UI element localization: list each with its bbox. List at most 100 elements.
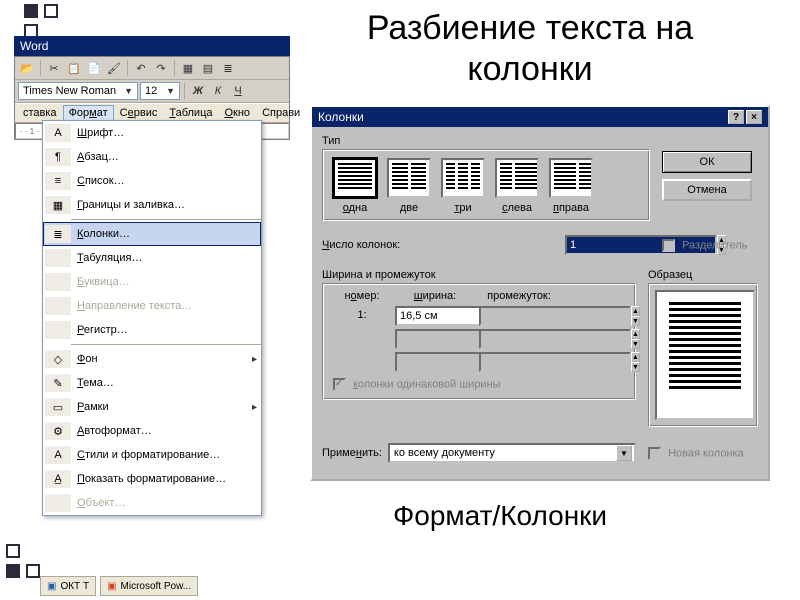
open-icon[interactable]: 📂 [18,59,36,77]
menu-item-label: Автоформат… [71,425,257,437]
close-button[interactable]: × [746,110,762,124]
menu-item[interactable]: ⚙Автоформат… [43,419,261,443]
font-size-combo[interactable]: 12 ▼ [140,82,180,100]
format-painter-icon[interactable]: 🖌 [105,59,123,77]
menu-item-icon [45,273,71,291]
spin-up-icon: ▲ [631,306,640,316]
menu-item[interactable]: ▭Рамки▸ [43,395,261,419]
width-spinner[interactable]: ▲▼ [395,306,475,326]
toolbar-standard: 📂 ✂ 📋 📄 🖌 ↶ ↷ ▦ ▤ ≣ [15,57,289,80]
menu-separator [71,344,261,345]
excel-icon[interactable]: ▤ [199,59,217,77]
preset-справа[interactable]: пправа [549,158,593,214]
menu-item[interactable]: AСтили и форматирование… [43,443,261,467]
preset-одна[interactable]: одна [333,158,377,214]
menu-item[interactable]: ≣Колонки… [43,222,261,246]
new-column-checkbox [648,447,661,460]
separator [40,60,41,76]
font-name: Times New Roman [23,85,116,97]
preset-две[interactable]: две [387,158,431,214]
menu-help[interactable]: Справи [256,105,306,121]
slide-caption: Формат/Колонки [300,500,700,532]
gap-spinner: ▲▼ [479,306,559,326]
menu-item-icon: ▦ [45,196,71,214]
preset-слева[interactable]: слева [495,158,539,214]
cut-icon[interactable]: ✂ [45,59,63,77]
width-gap-label: Ширина и промежуток [322,269,636,281]
menu-item-icon: ⚙ [45,422,71,440]
menu-item[interactable]: ¶Абзац… [43,145,261,169]
type-label: Тип [322,135,650,147]
menu-item-icon: A [45,124,71,142]
menu-item-icon: ≣ [45,225,71,243]
row-number [333,329,391,349]
copy-icon[interactable]: 📋 [65,59,83,77]
menu-item[interactable]: ◇Фон▸ [43,347,261,371]
columns-icon[interactable]: ≣ [219,59,237,77]
font-combo[interactable]: Times New Roman ▼ [18,82,138,100]
menu-item[interactable]: ▦Границы и заливка… [43,193,261,217]
chevron-down-icon[interactable]: ▼ [616,445,632,461]
menu-item-label: Табуляция… [71,252,257,264]
spin-down-icon: ▼ [631,316,640,326]
redo-icon[interactable]: ↷ [152,59,170,77]
menu-separator [71,219,261,220]
menu-item-label: Абзац… [71,151,257,163]
table-icon[interactable]: ▦ [179,59,197,77]
num-columns-label: Число колонок: [322,239,400,251]
help-button[interactable]: ? [728,110,744,124]
dialog-title: Колонки [318,110,364,124]
menu-format[interactable]: Формат [63,105,114,121]
underline-icon[interactable]: Ч [229,82,247,100]
menu-item-label: Буквица… [71,276,257,288]
taskbar-item[interactable]: ▣ОКТ Т [40,576,96,596]
italic-icon[interactable]: К [209,82,227,100]
menu-item-label: Направление текста… [71,300,257,312]
apply-label: Применить: [322,447,382,459]
menu-item[interactable]: Регистр… [43,318,261,342]
menu-item[interactable]: Табуляция… [43,246,261,270]
menu-item-label: Объект… [71,497,257,509]
gap-spinner: ▲▼ [479,352,559,372]
decor-square [6,564,20,578]
bold-icon[interactable]: Ж [189,82,207,100]
sample-group [648,283,758,427]
paste-icon[interactable]: 📄 [85,59,103,77]
menu-item-label: Границы и заливка… [71,199,257,211]
cancel-button[interactable]: Отмена [662,179,752,201]
menu-item-label: Рамки [71,401,252,413]
menu-insert[interactable]: ставка [17,105,63,121]
apply-combo[interactable]: ко всему документу ▼ [388,443,636,463]
row-number: 1: [333,306,391,326]
separator [127,60,128,76]
menu-item-icon [45,494,71,512]
width-row: ▲▼▲▼ [333,352,625,372]
col-width-header: ширина: [395,290,475,302]
num-columns-spinner[interactable]: ▲▼ [565,235,650,255]
sample-label: Образец [648,269,758,281]
taskbar-item[interactable]: ▣Microsoft Pow... [100,576,198,596]
menu-item[interactable]: AШрифт… [43,121,261,145]
menu-table[interactable]: Таблица [163,105,218,121]
menu-item[interactable]: ✎Тема… [43,371,261,395]
menu-window[interactable]: Окно [218,105,256,121]
equal-width-label: колонки одинаковой ширины [353,378,501,390]
gap-spinner: ▲▼ [479,329,559,349]
menu-item-label: Фон [71,353,252,365]
preset-label: слева [495,202,539,214]
presets-row: однадветри слева пправа [323,150,649,220]
menu-tools[interactable]: Сервис [114,105,164,121]
preset-label: три [441,202,485,214]
decor-square [44,4,58,18]
menu-item-label: Показать форматирование… [71,473,257,485]
row-number [333,352,391,372]
menu-item[interactable]: ≡Список… [43,169,261,193]
separator [174,60,175,76]
menu-item-icon: ≡ [45,172,71,190]
submenu-arrow-icon: ▸ [252,354,257,365]
preset-три[interactable]: три [441,158,485,214]
new-column-label: Новая колонка [668,447,744,459]
menu-item[interactable]: A̲Показать форматирование… [43,467,261,491]
ok-button[interactable]: ОК [662,151,752,173]
undo-icon[interactable]: ↶ [132,59,150,77]
